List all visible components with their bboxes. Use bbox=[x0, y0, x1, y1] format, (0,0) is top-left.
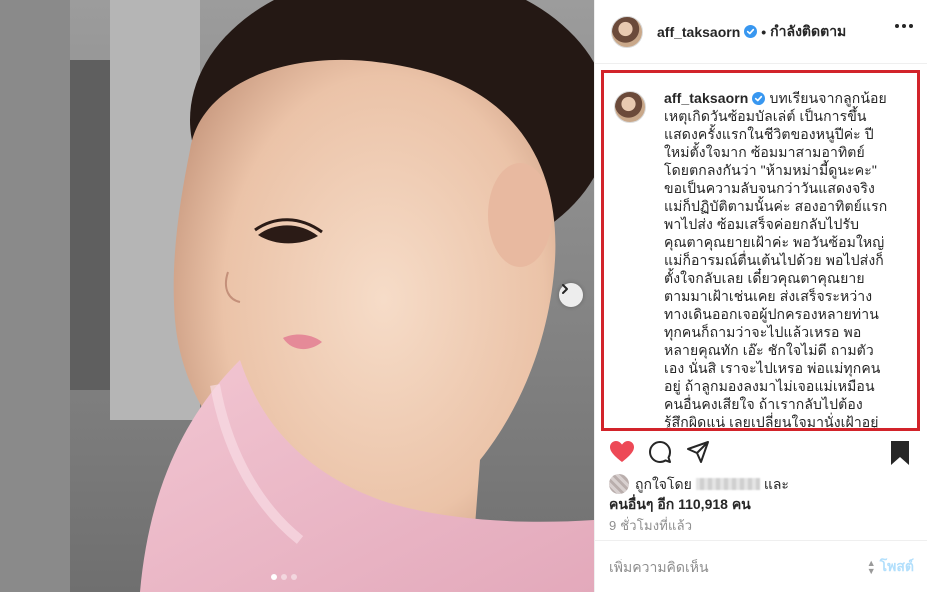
caption-username[interactable]: aff_taksaorn bbox=[664, 90, 748, 106]
post-button-label: โพสต์ bbox=[879, 557, 914, 574]
more-options-icon[interactable] bbox=[895, 24, 913, 28]
caption-text: aff_taksaorn บทเรียนจากลูกน้อย เหตุเกิดว… bbox=[664, 89, 904, 430]
comment-bar: ▲▼ โพสต์ bbox=[595, 540, 927, 592]
carousel-dot bbox=[291, 574, 297, 580]
verified-badge-icon bbox=[752, 92, 766, 105]
liked-by-suffix: และ bbox=[763, 476, 789, 492]
comment-input[interactable] bbox=[609, 558, 867, 575]
action-bar bbox=[609, 436, 914, 472]
post-header: aff_taksaorn • กำลังติดตาม bbox=[595, 0, 927, 64]
avatar[interactable] bbox=[611, 15, 643, 48]
share-icon[interactable] bbox=[686, 440, 710, 464]
caption-body: บทเรียนจากลูกน้อย เหตุเกิดวันซ้อมบัลเล่ต… bbox=[664, 90, 888, 430]
blurred-username[interactable] bbox=[695, 478, 760, 490]
carousel-dot bbox=[281, 574, 287, 580]
heart-icon[interactable] bbox=[609, 440, 635, 464]
bookmark-icon[interactable] bbox=[889, 440, 911, 466]
following-button[interactable]: กำลังติดตาม bbox=[770, 21, 846, 43]
post-sidebar: aff_taksaorn • กำลังติดตาม aff_taksaorn … bbox=[594, 0, 927, 592]
separator-dot: • bbox=[761, 23, 767, 40]
others-likes-link[interactable]: คนอื่นๆ อีก 110,918 คน bbox=[609, 494, 751, 516]
chevron-right-icon bbox=[562, 284, 568, 294]
carousel-dot bbox=[271, 574, 277, 580]
next-photo-button[interactable] bbox=[559, 283, 583, 307]
username-link[interactable]: aff_taksaorn bbox=[657, 24, 740, 40]
liked-by-line: ถูกใจโดย และ bbox=[635, 474, 789, 496]
carousel-indicator bbox=[271, 574, 297, 580]
post-photo[interactable] bbox=[0, 0, 594, 592]
photo-illustration bbox=[0, 0, 594, 592]
liked-by-prefix: ถูกใจโดย bbox=[635, 476, 692, 492]
post-comment-button[interactable]: ▲ ▼ โพสต์ bbox=[867, 556, 914, 578]
post-timestamp[interactable]: 9 ชั่วโมงที่แล้ว bbox=[609, 515, 692, 536]
stepper-arrows-icon: ▲ ▼ bbox=[866, 557, 876, 576]
caption-row: aff_taksaorn บทเรียนจากลูกน้อย เหตุเกิดว… bbox=[614, 89, 907, 430]
verified-badge-icon bbox=[744, 25, 758, 38]
avatar[interactable] bbox=[614, 91, 646, 123]
caption-highlight: aff_taksaorn บทเรียนจากลูกน้อย เหตุเกิดว… bbox=[601, 70, 920, 431]
comment-icon[interactable] bbox=[648, 440, 672, 464]
avatar[interactable] bbox=[609, 474, 629, 494]
